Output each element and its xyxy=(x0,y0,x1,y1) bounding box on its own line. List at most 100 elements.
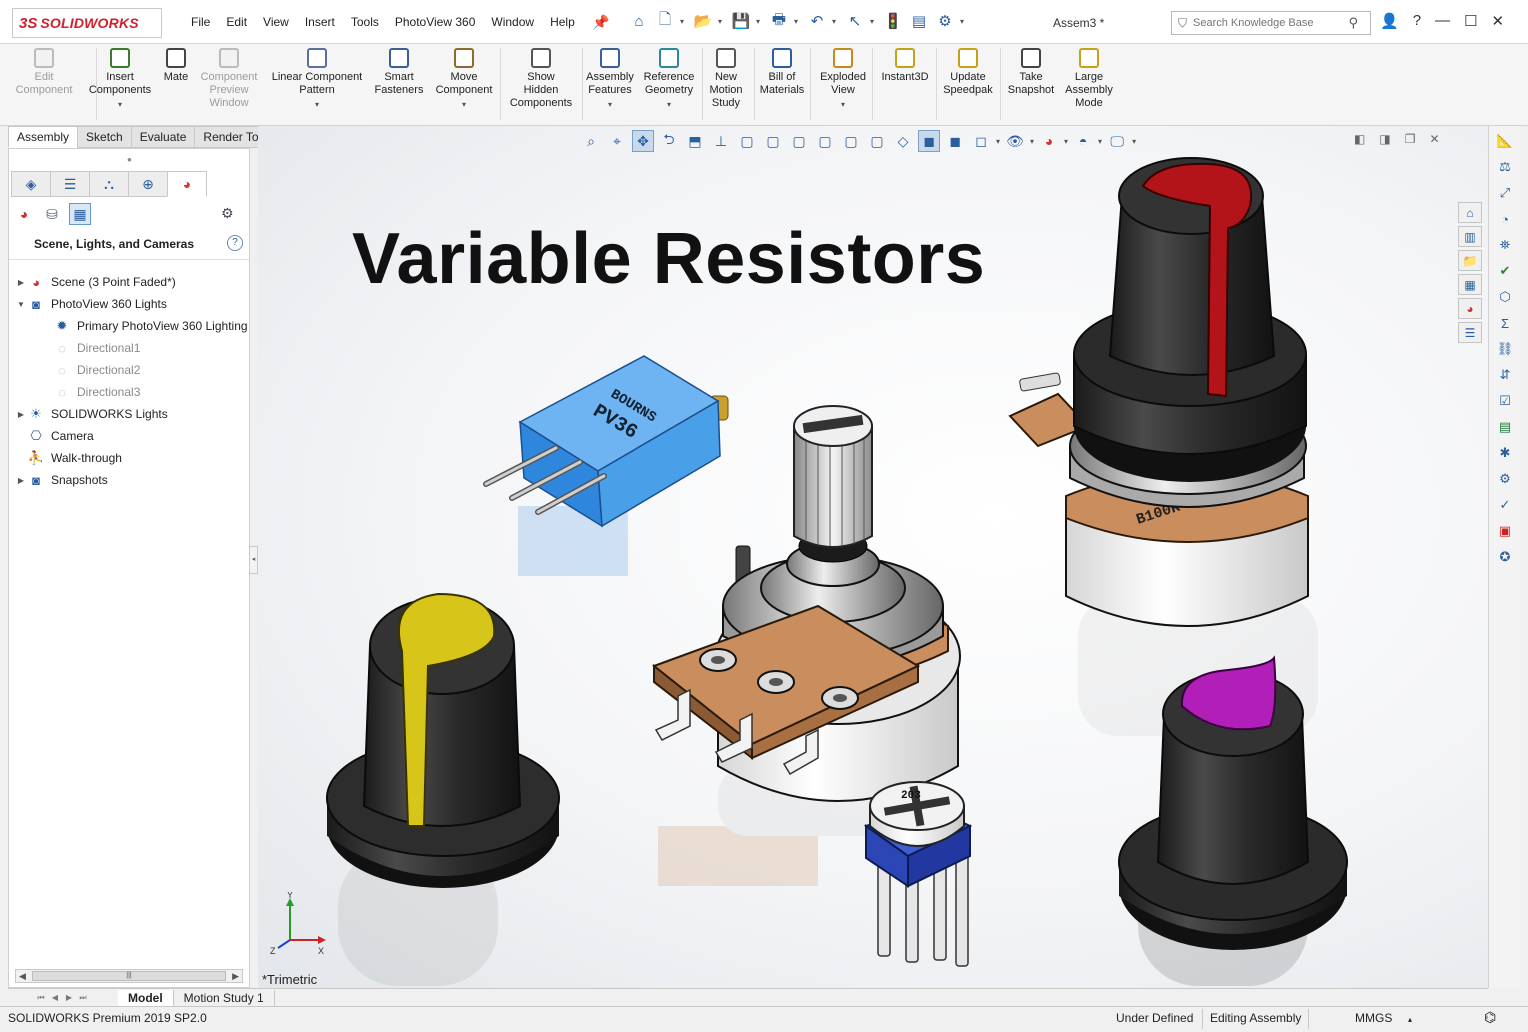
view-front-icon[interactable]: ▢ xyxy=(736,130,758,152)
edit-appearance-icon[interactable]: ◕ xyxy=(1038,130,1060,152)
chevron-down-icon[interactable]: ▾ xyxy=(996,137,1000,146)
search-scope-icon[interactable]: ⛉ xyxy=(1178,16,1187,31)
tab-model[interactable]: Model xyxy=(118,989,174,1006)
collapse-icon[interactable]: ▼ xyxy=(15,300,27,309)
chevron-down-icon[interactable]: ▾ xyxy=(1030,137,1034,146)
chevron-down-icon[interactable]: ▾ xyxy=(680,17,688,26)
home-icon[interactable]: ⌂ xyxy=(628,10,650,32)
view-right-icon[interactable]: ▢ xyxy=(814,130,836,152)
menu-window[interactable]: Window xyxy=(483,15,542,29)
horizontal-scrollbar[interactable]: ◀ ||| ▶ xyxy=(15,969,243,983)
print-icon[interactable]: 🖶 xyxy=(768,10,790,32)
excel-export-icon[interactable]: ▤ xyxy=(1493,416,1517,438)
menu-edit[interactable]: Edit xyxy=(218,15,255,29)
tile-right-icon[interactable]: ◨ xyxy=(1379,132,1390,146)
search-input[interactable] xyxy=(1193,17,1334,29)
costing-icon[interactable]: ✱ xyxy=(1493,442,1517,464)
design-checker-icon[interactable]: ✓ xyxy=(1493,494,1517,516)
previous-view-icon[interactable]: ⮌ xyxy=(658,130,680,152)
menu-view[interactable]: View xyxy=(255,15,297,29)
command-large-assembly[interactable]: Large Assembly Mode xyxy=(1039,48,1139,110)
menu-help[interactable]: Help xyxy=(542,15,583,29)
compare-icon[interactable]: ⇵ xyxy=(1493,364,1517,386)
configuration-manager-tab-icon[interactable]: ⛬ xyxy=(89,171,129,197)
property-manager-tab-icon[interactable]: ☰ xyxy=(50,171,90,197)
view-left-icon[interactable]: ▢ xyxy=(788,130,810,152)
tree-node[interactable]: ▶ ◙ Snapshots xyxy=(9,469,249,491)
chevron-down-icon[interactable]: ▾ xyxy=(267,98,367,111)
first-tab-icon[interactable]: ⏮ xyxy=(34,993,48,1003)
apply-scene-icon[interactable]: ◓ xyxy=(1072,130,1094,152)
person-icon[interactable]: 👤 xyxy=(1380,12,1399,30)
design-library-icon[interactable]: ▥ xyxy=(1458,226,1482,247)
solidworks-logo[interactable]: 3S SOLIDWORKS xyxy=(12,8,162,38)
close-icon[interactable]: ✕ xyxy=(1429,132,1439,146)
view-isometric-icon[interactable]: ◇ xyxy=(892,130,914,152)
file-explorer-icon[interactable]: 📁 xyxy=(1458,250,1482,271)
graphics-area[interactable]: BOURNS PV36 B100K 203 ⌕ ⌖ ✥ ⮌ ⬒ ⊥ ▢ ▢ ▢ … xyxy=(258,126,1488,988)
tile-left-icon[interactable]: ◧ xyxy=(1354,132,1365,146)
chevron-up-icon[interactable]: ▴ xyxy=(1408,1015,1412,1024)
chevron-down-icon[interactable]: ▾ xyxy=(793,98,893,111)
interference-icon[interactable]: ✔ xyxy=(1493,260,1517,282)
orientation-icon[interactable]: ⊥ xyxy=(710,130,732,152)
chevron-down-icon[interactable]: ▾ xyxy=(1132,137,1136,146)
view-palette-icon[interactable]: ▦ xyxy=(1458,274,1482,295)
tree-node[interactable]: ▼ ◙ PhotoView 360 Lights xyxy=(9,293,249,315)
section-view-icon[interactable]: ⬒ xyxy=(684,130,706,152)
sustainability-icon[interactable]: ⚙ xyxy=(1493,468,1517,490)
feature-manager-tab-icon[interactable]: ◈ xyxy=(11,171,51,197)
scene-lights-cameras-icon[interactable]: ▦ xyxy=(69,203,91,225)
zoom-to-area-icon[interactable]: ⌖ xyxy=(606,130,628,152)
sum-icon[interactable]: Σ xyxy=(1493,312,1517,334)
tab-sketch[interactable]: Sketch xyxy=(77,126,132,148)
tab-evaluate[interactable]: Evaluate xyxy=(130,126,196,148)
shaded-icon[interactable]: ◼ xyxy=(944,130,966,152)
tree-node[interactable]: ◌ Directional3 xyxy=(9,381,249,403)
help-icon[interactable]: ? xyxy=(1413,12,1421,30)
maximize-icon[interactable]: ☐ xyxy=(1464,12,1477,30)
view-settings-icon[interactable]: 🖵 xyxy=(1106,130,1128,152)
chevron-down-icon[interactable]: ▾ xyxy=(960,17,968,26)
tree-node[interactable]: ⎔ Camera xyxy=(9,425,249,447)
tree-node[interactable]: ✹ Primary PhotoView 360 Lighting xyxy=(9,315,249,337)
tab-motion-study-1[interactable]: Motion Study 1 xyxy=(174,989,275,1006)
menu-insert[interactable]: Insert xyxy=(297,15,343,29)
menu-tools[interactable]: Tools xyxy=(343,15,387,29)
chevron-down-icon[interactable]: ▾ xyxy=(756,17,764,26)
file-properties-icon[interactable]: ▤ xyxy=(908,10,930,32)
restore-icon[interactable]: ❐ xyxy=(1405,132,1416,146)
simulation-icon[interactable]: ▣ xyxy=(1493,520,1517,542)
performance-icon[interactable]: ⛯ xyxy=(1493,234,1517,256)
chevron-down-icon[interactable]: ▾ xyxy=(70,98,170,111)
shaded-with-edges-icon[interactable]: ◼ xyxy=(918,130,940,152)
tree-node[interactable]: ▶ ◕ Scene (3 Point Faded*) xyxy=(9,271,249,293)
select-icon[interactable]: ↖ xyxy=(844,10,866,32)
chevron-down-icon[interactable]: ▾ xyxy=(1064,137,1068,146)
command-component-preview[interactable]: Component Preview Window xyxy=(179,48,279,110)
pan-icon[interactable]: ✥ xyxy=(632,130,654,152)
dimxpert-tab-icon[interactable]: ⊕ xyxy=(128,171,168,197)
tree-node[interactable]: ⛹ Walk-through xyxy=(9,447,249,469)
unit-system[interactable]: MMGS xyxy=(1355,1011,1392,1025)
zoom-to-fit-icon[interactable]: ⌕ xyxy=(580,130,602,152)
close-icon[interactable]: ✕ xyxy=(1491,12,1504,30)
knob-red-potentiometer[interactable]: B100K xyxy=(1008,157,1309,627)
home-icon[interactable]: ⌂ xyxy=(1458,202,1482,223)
tree-node[interactable]: ▶ ☀ SOLIDWORKS Lights xyxy=(9,403,249,425)
clearance-icon[interactable]: ⬡ xyxy=(1493,286,1517,308)
mass-properties-icon[interactable]: ⚖ xyxy=(1493,156,1517,178)
open-icon[interactable]: 📂 xyxy=(692,10,714,32)
menu-file[interactable]: File xyxy=(183,15,218,29)
scrollbar-thumb[interactable]: ||| xyxy=(32,971,226,981)
hide-show-items-icon[interactable]: 👁 xyxy=(1004,130,1026,152)
save-icon[interactable]: 💾 xyxy=(730,10,752,32)
rebuild-icon[interactable]: 🚦 xyxy=(882,10,904,32)
scroll-right-icon[interactable]: ▶ xyxy=(232,971,239,982)
view-bottom-icon[interactable]: ▢ xyxy=(866,130,888,152)
pv36-trimmer[interactable]: BOURNS PV36 xyxy=(483,355,729,528)
undo-icon[interactable]: ↶ xyxy=(806,10,828,32)
expand-icon[interactable]: ▶ xyxy=(15,476,27,485)
custom-properties-icon[interactable]: ☰ xyxy=(1458,322,1482,343)
knowledge-base-search[interactable]: ⛉ ⚲ xyxy=(1171,11,1371,35)
